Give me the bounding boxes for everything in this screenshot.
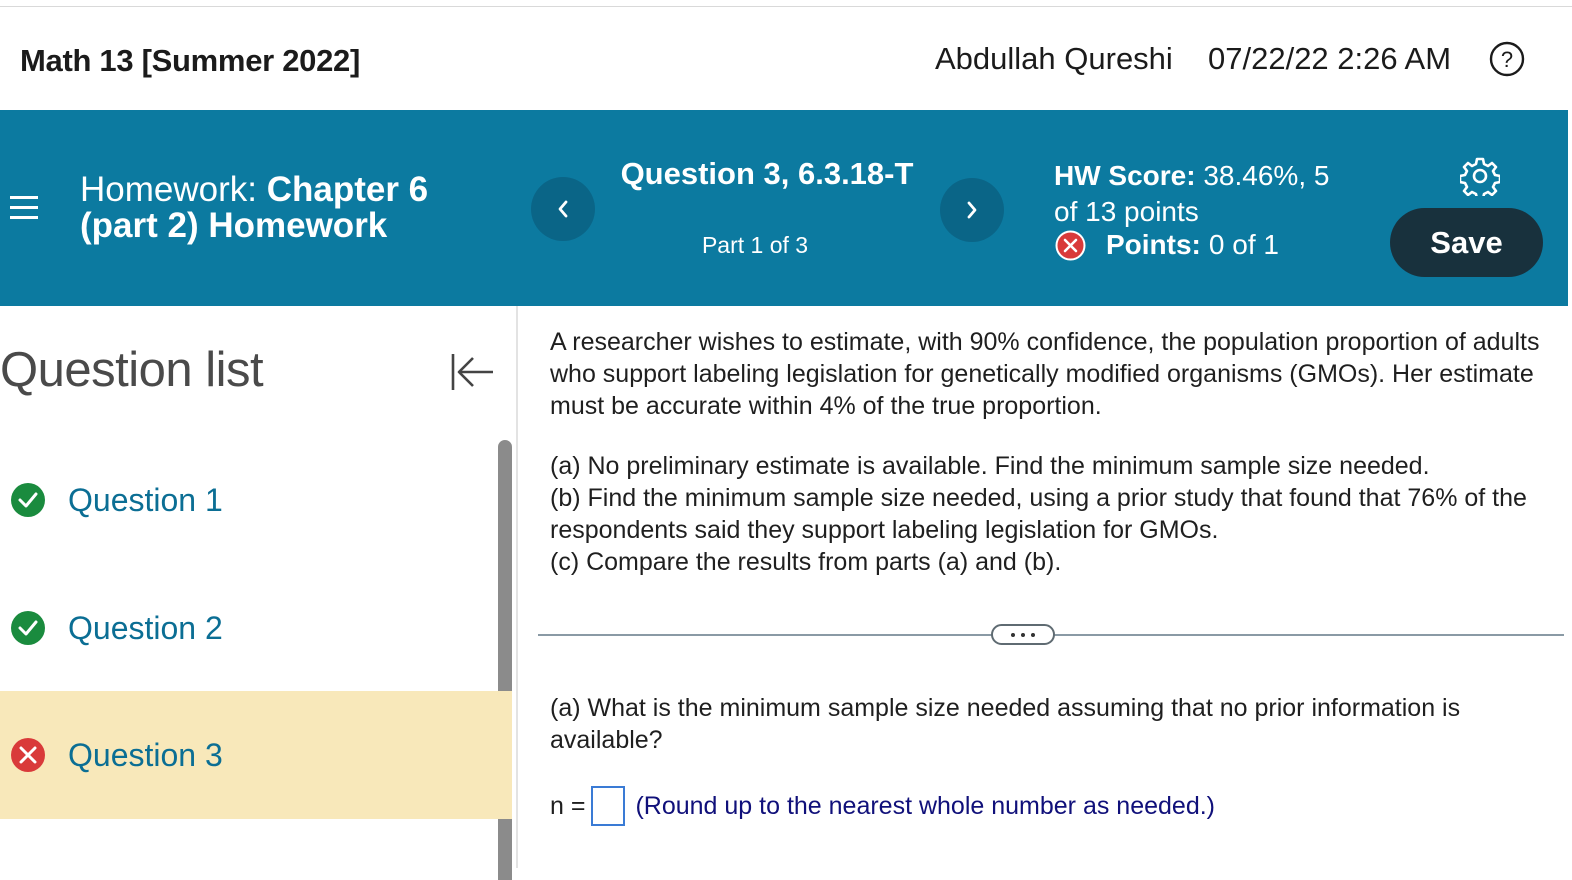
question-part-b: (b) Find the minimum sample size needed,… xyxy=(550,484,1527,544)
question-list-title: Question list xyxy=(0,343,264,397)
previous-question-button[interactable] xyxy=(531,177,595,241)
question-title: Question 3, 6.3.18-T xyxy=(620,156,914,191)
more-dots-icon xyxy=(1011,632,1035,637)
gear-icon[interactable] xyxy=(1460,156,1500,196)
save-button[interactable]: Save xyxy=(1390,208,1543,277)
rounding-instruction: (Round up to the nearest whole number as… xyxy=(635,791,1215,820)
question-content: A researcher wishes to estimate, with 90… xyxy=(520,306,1572,868)
points-value: 0 of 1 xyxy=(1208,229,1279,260)
hw-score: HW Score: 38.46%, 5 of 13 points xyxy=(1054,158,1354,230)
question-part-c: (c) Compare the results from parts (a) a… xyxy=(550,548,1062,576)
question-list-item-1[interactable]: Question 1 xyxy=(0,436,512,564)
svg-text:?: ? xyxy=(1501,47,1513,72)
question-list-item-label: Question 1 xyxy=(68,481,223,518)
collapse-panel-icon[interactable] xyxy=(449,352,497,392)
check-circle-icon xyxy=(11,611,45,645)
question-list-item-2[interactable]: Question 2 xyxy=(0,564,512,692)
answer-label: n = xyxy=(550,791,586,820)
part-a-prompt: (a) What is the minimum sample size need… xyxy=(550,694,1461,754)
hamburger-menu-icon[interactable] xyxy=(8,193,40,223)
datetime: 07/22/22 2:26 AM xyxy=(1208,41,1452,76)
points-label: Points: xyxy=(1106,229,1201,260)
check-circle-icon xyxy=(11,483,45,517)
question-list-item-label: Question 3 xyxy=(68,736,223,773)
user-name: Abdullah Qureshi xyxy=(935,41,1173,76)
chevron-right-icon xyxy=(967,201,977,219)
incorrect-x-icon xyxy=(1055,230,1086,260)
question-intro: A researcher wishes to estimate, with 90… xyxy=(550,328,1540,420)
question-part: Part 1 of 3 xyxy=(701,232,809,258)
course-title: Math 13 [Summer 2022] xyxy=(20,43,360,78)
x-circle-icon xyxy=(11,738,45,772)
top-bar: Math 13 [Summer 2022] Abdullah Qureshi 0… xyxy=(0,7,1572,110)
homework-prefix: Homework: xyxy=(80,170,257,209)
question-list-item-3[interactable]: Question 3 xyxy=(0,691,512,819)
answer-input[interactable] xyxy=(591,786,626,826)
question-circle-icon[interactable]: ? xyxy=(1489,41,1525,77)
question-points: Points: 0 of 1 xyxy=(1055,229,1279,261)
question-list-panel: Question list Question 1 Question 2 Ques… xyxy=(0,306,518,880)
chevron-left-icon xyxy=(558,200,568,218)
homework-title: Homework: Chapter 6 (part 2) Homework xyxy=(80,172,500,244)
assignment-header: Homework: Chapter 6 (part 2) Homework Qu… xyxy=(0,110,1568,306)
question-list-item-label: Question 2 xyxy=(68,609,223,646)
next-question-button[interactable] xyxy=(940,178,1004,242)
hw-score-label: HW Score: xyxy=(1054,160,1196,191)
question-part-a: (a) No preliminary estimate is available… xyxy=(550,452,1430,480)
expand-more-button[interactable] xyxy=(991,624,1055,645)
answer-row: n = (Round up to the nearest whole numbe… xyxy=(550,786,1215,826)
question-parts: (a) No preliminary estimate is available… xyxy=(550,450,1560,578)
